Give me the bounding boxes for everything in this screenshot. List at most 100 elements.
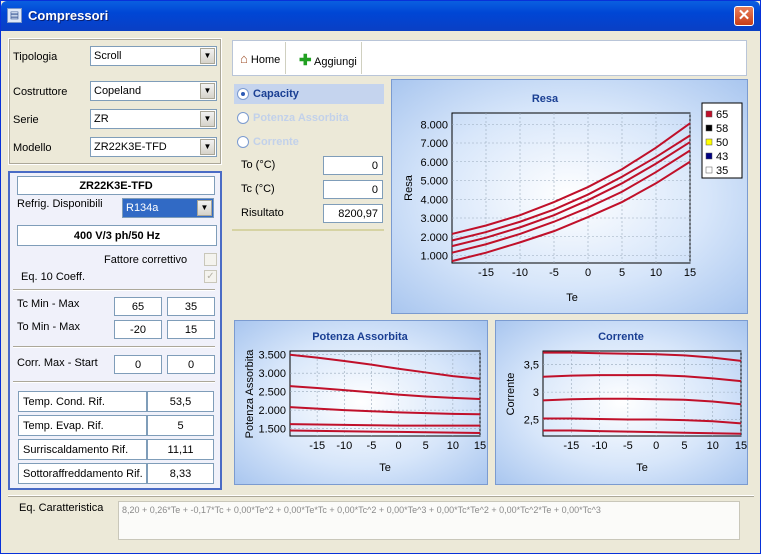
rif-cond-label: Temp. Cond. Rif.: [18, 391, 147, 412]
legend-label: 50: [716, 137, 728, 149]
x-tick-label: 5: [681, 440, 687, 452]
serie-label: Serie: [13, 114, 39, 126]
tipologia-label: Tipologia: [13, 51, 58, 63]
series-line-4: [289, 423, 480, 427]
chevron-down-icon[interactable]: ▼: [200, 48, 215, 64]
x-tick-label: 10: [447, 440, 459, 452]
tc-max-field[interactable]: 35: [167, 297, 215, 316]
tipologia-select[interactable]: Scroll ▼: [90, 46, 217, 66]
rif-evap-label: Temp. Evap. Rif.: [18, 415, 147, 436]
x-tick-label: -10: [592, 440, 608, 452]
corr-start-field[interactable]: 0: [167, 355, 215, 374]
window-title: Compressori: [28, 8, 109, 23]
modello-value: ZR22K3E-TFD: [94, 141, 167, 153]
series-line-2: [289, 385, 481, 401]
costruttore-select[interactable]: Copeland ▼: [90, 81, 217, 101]
legend-label: 43: [716, 151, 728, 163]
to-max-field[interactable]: 15: [167, 320, 215, 339]
add-button[interactable]: ✚ Aggiungi: [295, 42, 362, 74]
corrente-chart-panel: -15 -10 -5 0 5 10 15 2,5 3 3,5 Corrente Te Corrente: [495, 320, 748, 485]
tc-input[interactable]: 0: [323, 180, 383, 199]
x-tick-label: 0: [396, 440, 402, 452]
corr-label: Corr. Max - Start: [17, 357, 98, 369]
x-tick-label: 10: [650, 267, 662, 279]
tipologia-value: Scroll: [94, 50, 122, 62]
y-tick-label: 3,5: [524, 360, 539, 372]
radio-icon: [237, 112, 249, 124]
eq10-checkbox[interactable]: ✓: [204, 270, 217, 283]
x-tick-label: 5: [619, 267, 625, 279]
fattore-checkbox[interactable]: [204, 253, 217, 266]
series-line-1: [289, 353, 481, 380]
x-tick-label: -15: [478, 267, 494, 279]
x-tick-label: 10: [707, 440, 719, 452]
plus-icon: ✚: [299, 52, 312, 69]
y-tick-label: 3.000: [420, 213, 448, 225]
resa-chart-panel: -15 -10 -5 0 5 10 15 1.000 2.000 3.000 4.000 5.000 6…: [391, 79, 748, 314]
y-tick-label: 5.000: [420, 176, 448, 188]
corr-max-field[interactable]: 0: [114, 355, 162, 374]
chevron-down-icon[interactable]: ▼: [197, 200, 212, 216]
tc-min-field[interactable]: 65: [114, 297, 162, 316]
result-value: 8200,97: [323, 204, 383, 223]
potenza-label: Potenza Assorbita: [253, 112, 349, 124]
y-tick-label: 8.000: [420, 119, 448, 131]
home-button[interactable]: ⌂ Home: [236, 42, 287, 74]
resa-chart: -15 -10 -5 0 5 10 15 1.000 2.000 3.000 4.000 5.000 6…: [403, 93, 743, 304]
chart-title: Corrente: [598, 331, 644, 343]
to-min-field[interactable]: -20: [114, 320, 162, 339]
modello-select[interactable]: ZR22K3E-TFD ▼: [90, 137, 217, 157]
y-tick-label: 2.500: [258, 387, 286, 399]
series-line-35: [451, 122, 691, 235]
y-axis-label: Corrente: [505, 373, 517, 416]
x-tick-label: -10: [336, 440, 352, 452]
series-line-5: [289, 429, 481, 435]
y-tick-label: 2,5: [524, 415, 539, 427]
rif-sott-value: 8,33: [147, 463, 214, 484]
home-icon: ⌂: [240, 51, 248, 66]
y-tick-label: 2.000: [420, 232, 448, 244]
x-tick-label: 5: [423, 440, 429, 452]
y-tick-label: 1.000: [420, 251, 448, 263]
potenza-chart-panel: -15 -10 -5 0 5 10 15 1.500 2.000 2.500 3.000 3.500 P…: [234, 320, 488, 485]
plot-area: [542, 350, 742, 437]
legend-label: 65: [716, 109, 728, 121]
to-input[interactable]: 0: [323, 156, 383, 175]
y-tick-label: 3.000: [258, 368, 286, 380]
potenza-radio[interactable]: Potenza Assorbita: [234, 108, 384, 128]
legend-label: 35: [716, 165, 728, 177]
series-line-2: [542, 374, 742, 383]
series-line-1: [543, 351, 742, 362]
legend-swatch: [705, 138, 713, 146]
corrente-radio[interactable]: Corrente: [234, 132, 384, 152]
equation-field[interactable]: 8,20 + 0,26*Te + -0,17*Tc + 0,00*Te^2 + …: [118, 501, 740, 540]
chevron-down-icon[interactable]: ▼: [200, 111, 215, 127]
y-tick-label: 2.000: [258, 405, 286, 417]
corrente-chart: -15 -10 -5 0 5 10 15 2,5 3 3,5 Corrente Te Corrente: [505, 331, 747, 474]
x-tick-label: -15: [563, 440, 579, 452]
tc-minmax-label: Tc Min - Max: [17, 298, 80, 310]
costruttore-value: Copeland: [94, 85, 142, 97]
model-name-box: ZR22K3E-TFD: [17, 176, 215, 195]
x-tick-label: 15: [684, 267, 696, 279]
series-line-3: [542, 397, 742, 406]
chevron-down-icon[interactable]: ▼: [200, 139, 215, 155]
chevron-down-icon[interactable]: ▼: [200, 83, 215, 99]
divider: [13, 289, 215, 291]
refrig-label: Refrig. Disponibili: [17, 198, 103, 210]
to-minmax-label: To Min - Max: [17, 321, 80, 333]
costruttore-label: Costruttore: [13, 86, 68, 98]
refrig-select[interactable]: R134a ▼: [122, 198, 214, 218]
capacity-radio[interactable]: Capacity: [234, 84, 384, 104]
potenza-chart: -15 -10 -5 0 5 10 151.5002.0002.5003.0003.500P…: [244, 331, 486, 474]
title-bar[interactable]: ▤ Compressori ✕: [1, 1, 760, 31]
y-axis-label: Potenza Assorbita: [244, 349, 256, 439]
close-button[interactable]: ✕: [734, 6, 754, 26]
rif-surr-label: Surriscaldamento Rif.: [18, 439, 147, 460]
rif-sott-label: Sottoraffreddamento Rif.: [18, 463, 147, 484]
equation-label: Eq. Caratteristica: [19, 502, 104, 514]
serie-select[interactable]: ZR ▼: [90, 109, 217, 129]
y-tick-label: 7.000: [420, 138, 448, 150]
x-tick-label: 15: [735, 440, 747, 452]
x-tick-label: 15: [474, 440, 486, 452]
